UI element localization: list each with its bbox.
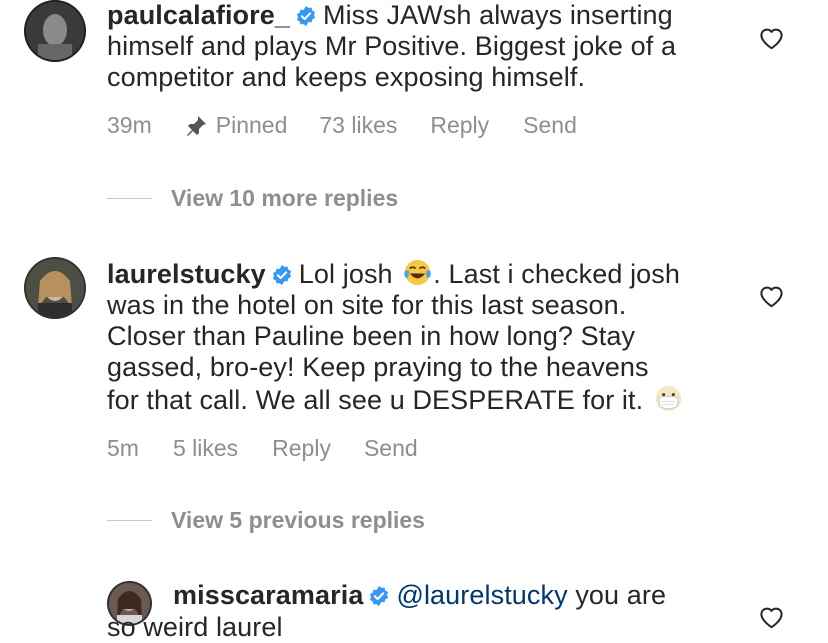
send-button[interactable]: Send (523, 112, 577, 139)
view-replies-label: View 10 more replies (171, 185, 399, 211)
comment-time: 39m (107, 112, 152, 138)
reply-button[interactable]: Reply (430, 112, 489, 139)
verified-badge-icon (271, 264, 293, 286)
like-heart-icon[interactable] (758, 604, 785, 629)
like-heart-icon[interactable] (758, 25, 785, 50)
verified-badge-icon (295, 5, 317, 27)
comment-text-line: you are (575, 580, 667, 610)
reply-button[interactable]: Reply (272, 435, 331, 462)
likes-count[interactable]: 5 likes (173, 435, 238, 462)
avatar-laurelstucky[interactable] (24, 257, 86, 319)
comment-username[interactable]: paulcalafiore_ (107, 0, 290, 30)
comment-text-line: Closer than Pauline been in how long? St… (107, 321, 636, 351)
comment-meta: 39m Pinned 73 likes Reply Send (107, 112, 577, 139)
view-replies-label: View 5 previous replies (171, 507, 425, 533)
tears-of-joy-emoji (402, 257, 433, 288)
comment-text-line: Miss JAWsh always inserting (322, 0, 673, 30)
likes-count[interactable]: 73 likes (319, 112, 397, 139)
comment-body-continued: so weird laurel (107, 612, 757, 643)
like-heart-icon[interactable] (758, 283, 785, 308)
view-more-replies[interactable]: View 10 more replies (107, 185, 398, 212)
comment-body: misscaramaria @laurelstucky you are (173, 580, 753, 611)
comment-meta: 5m 5 likes Reply Send (107, 435, 418, 462)
send-button[interactable]: Send (364, 435, 418, 462)
pinned-indicator: Pinned (184, 112, 287, 139)
divider (107, 520, 152, 521)
comment-username[interactable]: misscaramaria (173, 580, 363, 610)
comment-text-line: so weird laurel (107, 612, 283, 642)
comment-text-line: was in the hotel on site for this last s… (107, 290, 627, 320)
divider (107, 198, 152, 199)
comment-time: 5m (107, 435, 139, 461)
comment-text-line: Lol josh (298, 259, 393, 289)
comment-text-line: gassed, bro-ey! Keep praying to the heav… (107, 352, 649, 382)
verified-badge-icon (368, 585, 390, 607)
pin-icon (186, 115, 206, 136)
view-previous-replies[interactable]: View 5 previous replies (107, 507, 425, 534)
comment-text-line: . Last i checked josh (433, 259, 681, 289)
comment-body: laurelstucky Lol josh . Last i checked jo… (107, 257, 757, 416)
comment-text-line: competitor and keeps exposing himself. (107, 62, 586, 92)
face-with-medical-mask-emoji (653, 383, 684, 414)
avatar-paulcalafiore[interactable] (24, 0, 86, 62)
comment-body: paulcalafiore_ Miss JAWsh always insertin… (107, 0, 757, 93)
comment-username[interactable]: laurelstucky (107, 259, 266, 289)
comment-text-line: for that call. We all see u DESPERATE fo… (107, 385, 644, 415)
mention-link[interactable]: @laurelstucky (396, 580, 567, 610)
comment-text-line: himself and plays Mr Positive. Biggest j… (107, 31, 677, 61)
